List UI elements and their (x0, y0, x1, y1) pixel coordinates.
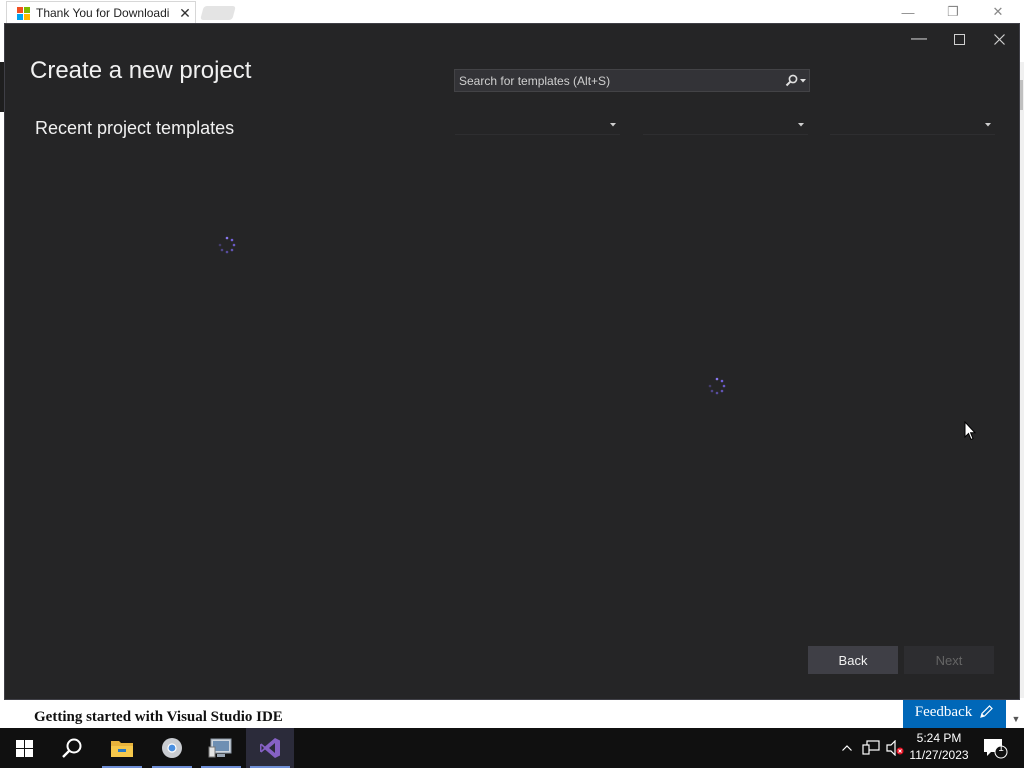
page-scroll-down-icon[interactable]: ▼ (1008, 710, 1024, 728)
clock-date: 11/27/2023 (909, 748, 969, 762)
recent-templates-heading: Recent project templates (35, 118, 235, 138)
windows-start-icon (15, 739, 33, 757)
volume-tray-button[interactable] (884, 728, 906, 768)
page-scrollbar-thumb[interactable] (1019, 80, 1023, 110)
network-icon (862, 740, 880, 755)
feedback-button[interactable]: Feedback (903, 696, 1006, 728)
chrome-icon (162, 738, 182, 758)
chevron-up-icon (842, 745, 852, 751)
close-icon (993, 33, 1005, 45)
pencil-icon (980, 705, 994, 718)
create-project-dialog: — Create a new project Recent project te… (5, 24, 1019, 699)
browser-tab-title: Thank You for Downloadi (36, 6, 170, 20)
template-search-box[interactable] (454, 69, 810, 92)
dialog-maximize-button[interactable] (939, 28, 979, 50)
browser-close-button[interactable]: ✕ (976, 0, 1020, 24)
search-options-button[interactable] (781, 70, 809, 91)
browser-restore-button[interactable]: ❐ (931, 0, 975, 24)
start-button[interactable] (0, 728, 48, 768)
notification-count: 1 (998, 743, 1004, 754)
chevron-down-icon (798, 122, 804, 126)
taskbar-visual-studio[interactable] (246, 728, 294, 768)
taskbar-network-app[interactable] (197, 728, 245, 768)
dialog-close-button[interactable] (979, 28, 1019, 50)
search-icon (785, 74, 797, 87)
loading-spinner-icon (218, 236, 236, 254)
platform-filter-dropdown[interactable] (643, 115, 808, 135)
browser-tab[interactable]: Thank You for Downloadi ✕ (6, 1, 196, 24)
chevron-down-icon (610, 122, 616, 126)
page-heading: Getting started with Visual Studio IDE (34, 709, 283, 725)
feedback-label: Feedback (914, 703, 973, 720)
clock-time: 5:24 PM (916, 731, 962, 745)
chevron-down-icon (985, 122, 991, 126)
template-search-input[interactable] (459, 73, 781, 88)
search-icon (62, 738, 82, 758)
language-filter-dropdown[interactable] (455, 115, 620, 135)
dropdown-arrow-icon (799, 78, 806, 82)
taskbar-file-explorer[interactable] (98, 728, 146, 768)
taskbar: 5:24 PM 11/27/2023 1 (0, 728, 1024, 768)
back-button[interactable]: Back (808, 646, 898, 674)
network-tray-button[interactable] (860, 728, 882, 768)
new-tab-button[interactable] (200, 6, 236, 20)
mouse-cursor-icon (964, 421, 976, 441)
loading-spinner-icon (708, 377, 726, 395)
dialog-minimize-button[interactable]: — (899, 28, 939, 50)
next-button[interactable]: Next (904, 646, 994, 674)
microsoft-logo-icon (17, 6, 30, 20)
browser-tab-close-icon[interactable]: ✕ (175, 5, 195, 22)
project-type-filter-dropdown[interactable] (830, 115, 995, 135)
file-explorer-icon (111, 741, 133, 757)
taskbar-search-button[interactable] (48, 728, 96, 768)
maximize-icon (953, 33, 965, 45)
visual-studio-icon (260, 738, 280, 758)
volume-muted-icon (886, 740, 904, 756)
network-settings-icon (208, 738, 232, 758)
dialog-title: Create a new project (30, 57, 252, 84)
show-hidden-icons-button[interactable] (838, 728, 856, 768)
browser-minimize-button[interactable]: — (886, 0, 930, 24)
taskbar-chrome[interactable] (148, 728, 196, 768)
system-clock[interactable]: 5:24 PM 11/27/2023 (905, 730, 973, 764)
action-center-button[interactable]: 1 (978, 728, 1012, 768)
